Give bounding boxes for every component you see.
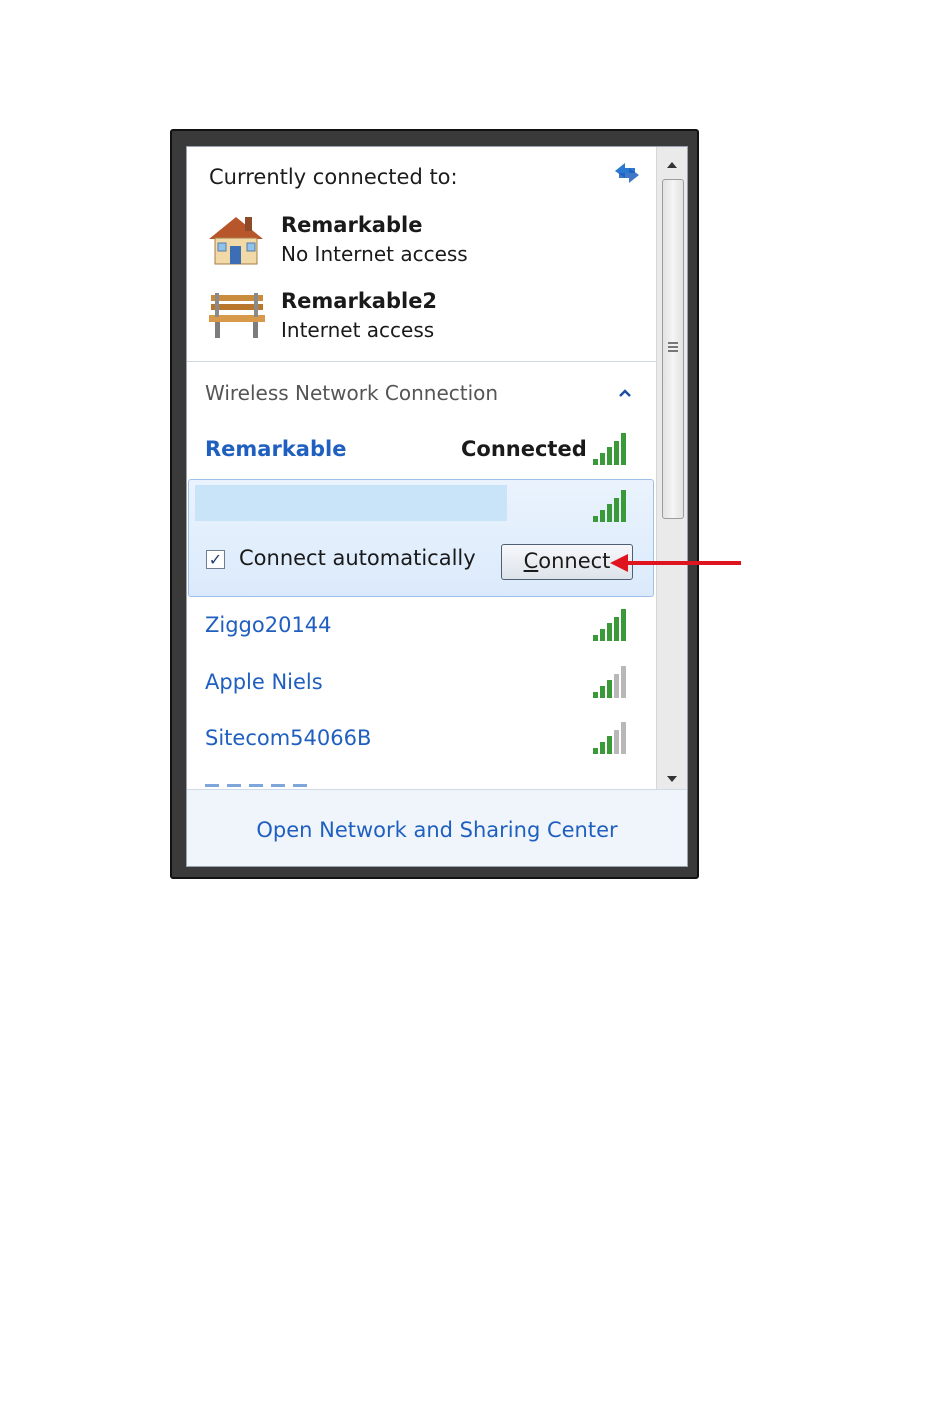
scrollbar[interactable] xyxy=(656,147,687,789)
scrollbar-thumb[interactable] xyxy=(662,179,684,519)
signal-strength-icon xyxy=(593,490,626,522)
currently-connected-heading: Currently connected to: xyxy=(209,165,458,189)
wireless-connected-name[interactable]: Remarkable xyxy=(205,437,346,461)
connect-button-mnemonic: C xyxy=(523,549,539,573)
connect-button-label: onnect xyxy=(538,549,611,573)
selected-network-panel[interactable]: ✓ Connect automatically Connect xyxy=(188,479,654,597)
network-list-item-partial xyxy=(205,782,325,788)
network-list-item[interactable]: Sitecom54066B xyxy=(205,726,371,750)
signal-strength-icon xyxy=(593,666,626,698)
open-network-sharing-center-link[interactable]: Open Network and Sharing Center xyxy=(187,818,687,842)
home-network-icon xyxy=(205,211,267,273)
network-list-item[interactable]: Apple Niels xyxy=(205,670,323,694)
public-network-bench-icon xyxy=(205,289,267,345)
connect-automatically-checkbox[interactable]: ✓ xyxy=(206,550,225,569)
selected-network-name xyxy=(195,485,507,521)
signal-strength-icon xyxy=(593,609,626,641)
wireless-section-label: Wireless Network Connection xyxy=(205,381,499,405)
popup-footer: Open Network and Sharing Center xyxy=(187,789,687,866)
signal-strength-icon xyxy=(593,433,626,465)
connected-network-name: Remarkable xyxy=(281,213,423,237)
scroll-down-icon[interactable] xyxy=(666,769,678,788)
network-popup: Currently connected to: Remarkable No In… xyxy=(186,146,688,867)
network-list-item[interactable]: Ziggo20144 xyxy=(205,613,332,637)
chevron-up-icon[interactable] xyxy=(617,385,633,404)
refresh-icon[interactable] xyxy=(611,159,643,191)
connect-automatically-label: Connect automatically xyxy=(239,546,476,570)
connected-network-status: Internet access xyxy=(281,318,435,342)
connected-network-status: No Internet access xyxy=(281,242,468,266)
divider xyxy=(187,361,657,362)
wireless-connected-status: Connected xyxy=(461,437,587,461)
connected-network-name: Remarkable2 xyxy=(281,289,438,313)
scroll-up-icon[interactable] xyxy=(666,155,678,174)
annotation-arrow-icon xyxy=(608,551,744,579)
signal-strength-icon xyxy=(593,722,626,754)
